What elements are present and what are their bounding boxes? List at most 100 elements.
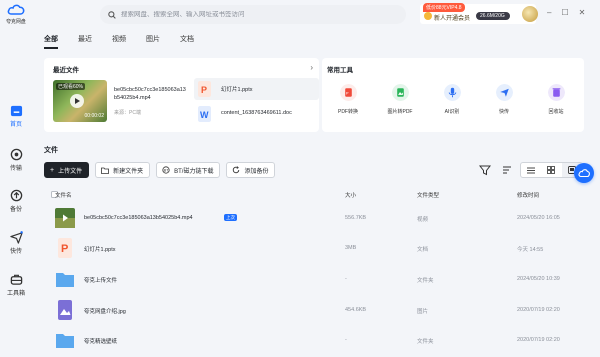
grid-view-icon[interactable]	[541, 163, 561, 177]
nav-item-shortcut[interactable]: 快传	[0, 231, 32, 255]
vip-promo-banner[interactable]: 低价88元VIP4.8 新人开通会员 26.6M/20G	[420, 3, 536, 24]
table-row[interactable]: P 幻灯片1.pptx 3MB 文档 今天 14:55	[44, 234, 584, 262]
new-folder-button[interactable]: 新建文件夹	[95, 162, 151, 178]
file-type: 视频	[417, 217, 429, 223]
file-name: 幻灯片1.pptx	[84, 247, 116, 253]
table-row[interactable]: 夸克精选壁纸 - 文件夹 2020/07/19 02:20	[44, 326, 584, 354]
tab-video[interactable]: 视频	[112, 34, 126, 49]
search-icon	[108, 10, 116, 19]
new-folder-label: 新建文件夹	[113, 168, 144, 175]
cloud-upload-icon	[578, 169, 590, 178]
close-icon[interactable]: ✕	[579, 9, 586, 17]
cloud-logo-icon	[7, 4, 25, 15]
add-backup-label: 添加备份	[244, 168, 269, 175]
recent-files-title: 最近文件	[53, 67, 79, 74]
column-header-type[interactable]: 文件类型	[417, 191, 439, 199]
app-name: 夸克网盘	[6, 19, 26, 25]
maximize-icon[interactable]: ☐	[561, 9, 568, 17]
table-row[interactable]: be05cbc50c7cc3e185063a13b54025b4.mp4 上次 …	[44, 204, 584, 232]
file-name: 夸克精选壁纸	[84, 339, 118, 345]
toolbox-icon	[10, 274, 22, 285]
upload-file-button[interactable]: + 上传文件	[44, 162, 90, 178]
tool-recycle-bin[interactable]: 回收站	[536, 84, 576, 115]
file-size: -	[345, 276, 347, 282]
file-size: 3MB	[345, 245, 357, 251]
recent-more-chevron-icon[interactable]: ›	[310, 63, 313, 72]
transfer-icon	[10, 148, 22, 161]
bt-download-button[interactable]: BT BT/磁力链下载	[156, 162, 221, 178]
search-input[interactable]	[121, 11, 381, 18]
file-type: 文件夹	[417, 278, 434, 284]
quick-transfer-icon	[495, 84, 513, 101]
floating-transfer-button[interactable]	[574, 163, 594, 183]
files-toolbar: + 上传文件 新建文件夹 BT BT/磁力链下载 添加备份	[44, 162, 281, 179]
promo-badge: 低价88元VIP4.8	[423, 3, 465, 12]
app-logo[interactable]: 夸克网盘	[4, 3, 28, 25]
nav-label-home: 首页	[9, 122, 22, 128]
nav-item-toolbox[interactable]: 工具箱	[0, 273, 32, 297]
left-rail: 夸克网盘 首页 传输 备份 快传 工具箱	[0, 0, 32, 357]
tab-all[interactable]: 全部	[44, 34, 58, 49]
upload-file-label: 上传文件	[58, 168, 83, 175]
window-controls: – ☐ ✕	[547, 9, 585, 17]
nav-item-home[interactable]: 首页	[0, 104, 32, 128]
search-bar[interactable]	[100, 5, 406, 24]
vip-crown-icon	[424, 12, 432, 20]
tool-quick-transfer[interactable]: 快传	[484, 84, 524, 115]
promo-text: 新人开通会员	[434, 16, 471, 22]
recent-video-thumbnail[interactable]: 已观看60% 00:00:02	[53, 80, 107, 122]
last-played-tag: 上次	[224, 214, 237, 221]
folder-icon	[56, 334, 74, 348]
file-date: 2020/07/19 02:20	[517, 307, 560, 313]
nav-item-backup[interactable]: 备份	[0, 189, 32, 213]
table-row[interactable]: 夸克网盘介绍.jpg 454.6KB 图片 2020/07/19 02:20	[44, 296, 584, 324]
storage-quota: 26.6M/20G	[476, 12, 510, 20]
tool-pdf-convert[interactable]: P PDF转换	[328, 84, 368, 115]
folder-icon	[56, 273, 74, 287]
tool-label: 回收站	[548, 109, 564, 115]
recent-video-name[interactable]: be05cbc50c7cc3e185063a13b54025b4.mp4	[114, 86, 188, 102]
tab-recent[interactable]: 最近	[78, 34, 92, 49]
tool-label: 快传	[498, 109, 509, 115]
nav-label-shortcut: 快传	[9, 249, 22, 255]
nav-label-toolbox: 工具箱	[6, 291, 25, 297]
common-tools-title: 常用工具	[327, 67, 353, 74]
file-size: -	[345, 337, 347, 343]
tab-document[interactable]: 文档	[180, 34, 194, 49]
file-date: 今天 14:55	[517, 247, 544, 253]
recent-file-item[interactable]: W content_1638763469611.doc	[194, 103, 319, 125]
nav-label-transfer: 传输	[9, 166, 22, 172]
pptx-file-icon: P	[58, 238, 72, 258]
column-header-size[interactable]: 大小	[345, 191, 356, 199]
filter-icon[interactable]	[478, 163, 492, 177]
magnet-link-icon: BT	[162, 166, 170, 174]
nav-item-transfer[interactable]: 传输	[0, 148, 32, 172]
tool-ai-recognize[interactable]: AI识别	[432, 84, 472, 115]
column-header-date[interactable]: 修改时间	[517, 191, 539, 199]
table-row[interactable]: 夸克上传文件 - 文件夹 2024/05/20 10:39	[44, 265, 584, 293]
tab-image[interactable]: 图片	[146, 34, 160, 49]
file-date: 2024/05/20 16:05	[517, 215, 560, 221]
file-type: 文件夹	[417, 339, 434, 345]
svg-text:P: P	[61, 243, 68, 255]
minimize-icon[interactable]: –	[547, 9, 551, 17]
svg-text:P: P	[201, 85, 207, 95]
column-header-name[interactable]: 文件名	[55, 191, 72, 199]
list-view-icon[interactable]	[521, 163, 541, 177]
file-date: 2020/07/19 02:20	[517, 337, 560, 343]
bt-download-label: BT/磁力链下载	[174, 168, 214, 175]
ai-recognize-icon	[443, 84, 461, 101]
tool-label: 图片转PDF	[387, 109, 413, 115]
recycle-bin-icon	[547, 84, 565, 101]
video-duration: 00:00:02	[84, 113, 104, 119]
file-type: 文档	[417, 247, 429, 253]
recent-video-source: 来源：PC端	[114, 110, 141, 116]
new-folder-icon	[101, 167, 110, 174]
sort-icon[interactable]	[500, 163, 514, 177]
file-name: be05cbc50c7cc3e185063a13b54025b4.mp4	[84, 215, 193, 221]
tool-image-to-pdf[interactable]: 图片转PDF	[380, 84, 420, 115]
backup-icon	[10, 189, 22, 202]
add-backup-button[interactable]: 添加备份	[226, 162, 276, 178]
recent-file-item[interactable]: P 幻灯片1.pptx	[194, 78, 319, 100]
avatar[interactable]	[522, 6, 538, 22]
